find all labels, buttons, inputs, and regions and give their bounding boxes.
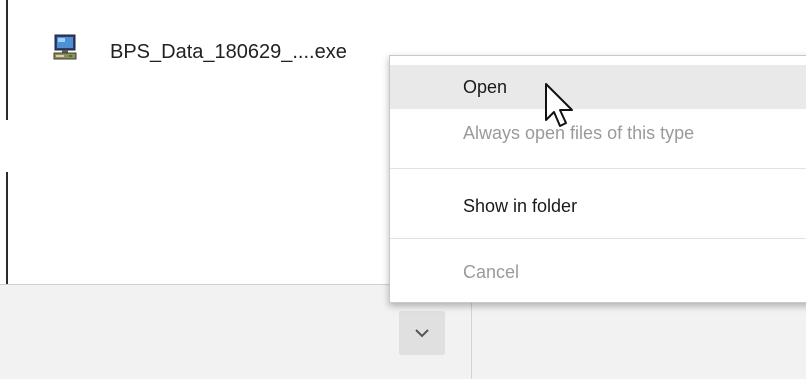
menu-item-always-open[interactable]: Always open files of this type (390, 111, 806, 155)
menu-separator (390, 238, 806, 239)
installer-computer-icon (53, 34, 77, 60)
menu-separator (390, 168, 806, 169)
download-menu-button[interactable] (399, 311, 445, 355)
menu-item-cancel[interactable]: Cancel (390, 250, 806, 294)
menu-item-show-in-folder[interactable]: Show in folder (390, 184, 806, 228)
mouse-pointer-icon (545, 83, 573, 127)
shelf-divider (471, 300, 472, 379)
download-context-menu: Open Always open files of this type Show… (389, 55, 806, 303)
chevron-down-icon (415, 329, 429, 338)
menu-item-open[interactable]: Open (390, 65, 806, 109)
download-file-name: BPS_Data_180629_....exe (110, 41, 347, 63)
